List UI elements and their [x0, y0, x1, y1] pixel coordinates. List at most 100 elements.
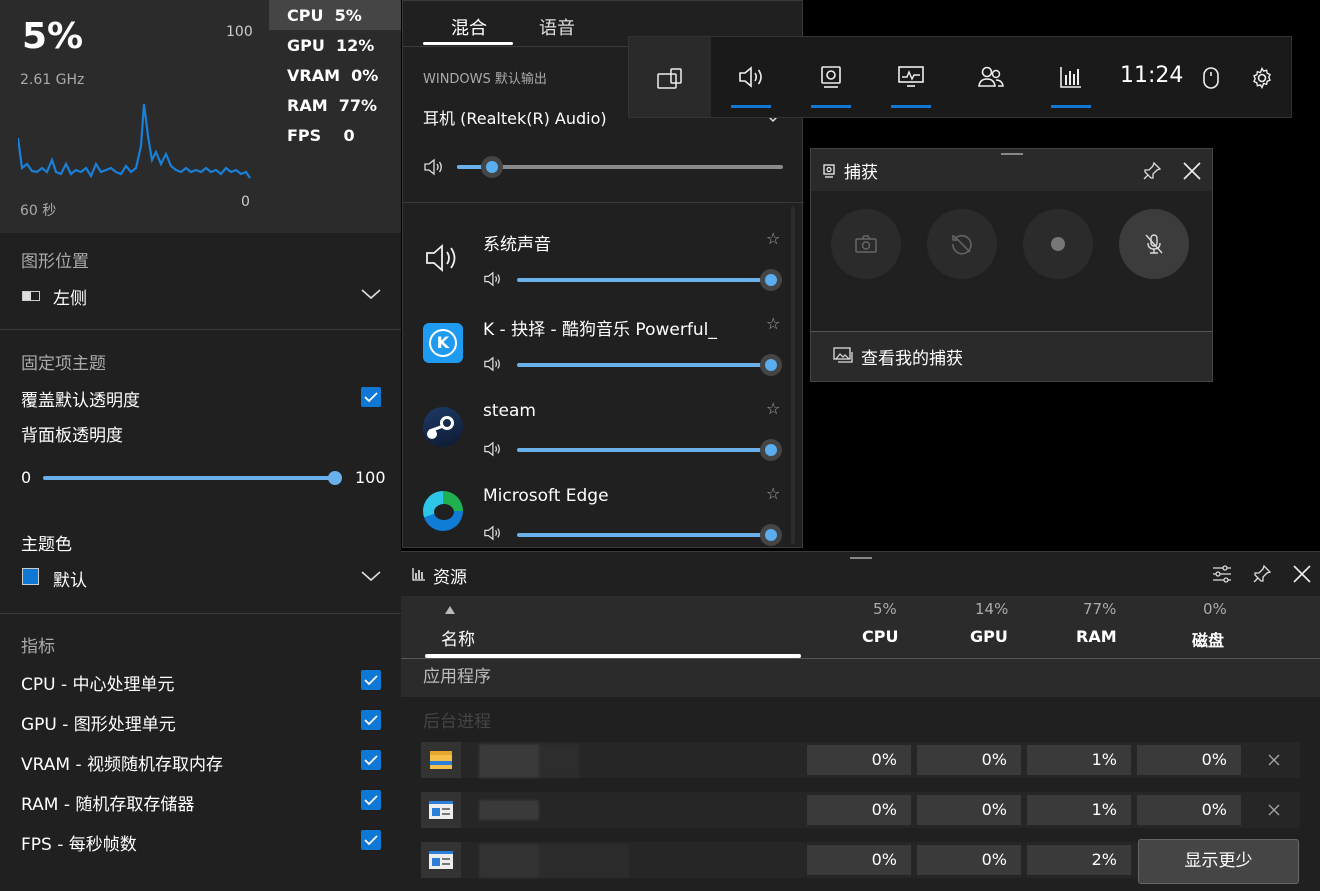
screenshot-button[interactable]	[831, 209, 901, 279]
checkmark-icon	[364, 675, 378, 686]
metric-vram-checkbox[interactable]	[361, 750, 381, 770]
app-volume-thumb[interactable]	[760, 269, 782, 291]
metric-fps-checkbox[interactable]	[361, 830, 381, 850]
table-row[interactable]: 0% 0% 1% 0%	[421, 792, 1300, 828]
opacity-slider-track	[43, 476, 335, 480]
capture-widget-button[interactable]	[791, 37, 871, 117]
app-volume-slider[interactable]	[517, 439, 783, 461]
audio-widget-button[interactable]	[711, 37, 791, 117]
app-volume-thumb[interactable]	[760, 524, 782, 546]
favorite-star-icon[interactable]: ☆	[766, 484, 780, 503]
drag-handle[interactable]	[850, 557, 872, 559]
disk-cell: 0%	[1137, 745, 1241, 775]
microsoft-edge-icon	[423, 491, 463, 531]
gallery-icon	[833, 347, 853, 363]
favorite-star-icon[interactable]: ☆	[766, 314, 780, 333]
column-header-cpu[interactable]: CPU	[862, 627, 898, 646]
redacted-process-name	[479, 800, 539, 820]
performance-widget-button[interactable]	[871, 37, 951, 117]
opacity-min: 0	[21, 468, 32, 487]
tab-mix[interactable]: 混合	[451, 14, 487, 40]
tab-voice[interactable]: 语音	[539, 14, 575, 40]
capture-widget: 捕获 查看我的捕获	[810, 148, 1213, 382]
stat-vram: VRAM 0%	[287, 66, 379, 85]
active-indicator	[1051, 105, 1091, 108]
apps-section-label: 应用程序	[423, 667, 491, 687]
metric-ram-checkbox[interactable]	[361, 790, 381, 810]
system-sounds-icon	[426, 244, 456, 272]
metric-gpu-label: GPU - 图形处理单元	[21, 715, 176, 735]
column-header-ram[interactable]: RAM	[1076, 627, 1117, 646]
mouse-icon[interactable]	[1202, 66, 1220, 90]
ram-cell: 1%	[1027, 795, 1131, 825]
resources-widget-button[interactable]	[1031, 37, 1111, 117]
metrics-title: 指标	[21, 637, 55, 657]
pin-icon[interactable]	[1142, 161, 1162, 181]
master-volume-slider[interactable]	[457, 156, 783, 178]
bar-chart-icon	[1060, 67, 1081, 88]
process-icon-box	[421, 742, 461, 778]
widget-menu-button[interactable]	[629, 37, 711, 117]
stat-cpu: CPU 5%	[287, 6, 362, 25]
pinned-theme-title: 固定项主题	[21, 354, 106, 374]
checkmark-icon	[364, 715, 378, 726]
app-volume-thumb[interactable]	[760, 439, 782, 461]
column-header-gpu[interactable]: GPU	[970, 627, 1008, 646]
column-header-name[interactable]: 名称	[441, 625, 475, 650]
cpu-cell: 0%	[807, 745, 911, 775]
stat-ram: RAM 77%	[287, 96, 378, 115]
app-name: 系统声音	[483, 235, 551, 255]
end-task-close-icon[interactable]	[1268, 804, 1280, 816]
xbox-social-button[interactable]	[951, 37, 1031, 117]
view-captures-link[interactable]: 查看我的捕获	[833, 342, 1133, 370]
record-last-button[interactable]	[927, 209, 997, 279]
record-button[interactable]	[1023, 209, 1093, 279]
speaker-icon	[424, 158, 442, 176]
redacted-process-name	[479, 844, 629, 878]
app-volume-slider[interactable]	[517, 524, 783, 546]
drag-handle[interactable]	[1001, 153, 1023, 155]
backplate-opacity-label: 背面板透明度	[21, 426, 123, 446]
metric-gpu-checkbox[interactable]	[361, 710, 381, 730]
override-opacity-checkbox[interactable]	[361, 387, 381, 407]
favorite-star-icon[interactable]: ☆	[766, 229, 780, 248]
app-volume-slider[interactable]	[517, 354, 783, 376]
chevron-down-icon	[361, 289, 381, 300]
mic-off-icon	[1145, 234, 1163, 254]
favorite-star-icon[interactable]: ☆	[766, 399, 780, 418]
app-volume-fill	[517, 363, 773, 367]
show-less-button[interactable]: 显示更少	[1138, 839, 1299, 884]
process-icon-box	[421, 792, 461, 828]
accent-dropdown[interactable]: 默认	[18, 561, 388, 593]
column-header-disk[interactable]: 磁盘	[1192, 627, 1224, 651]
sort-ascending-icon	[445, 606, 455, 614]
gear-icon[interactable]	[1251, 67, 1273, 89]
app-volume-thumb[interactable]	[760, 354, 782, 376]
opacity-slider-thumb[interactable]	[328, 471, 342, 485]
settings-sliders-icon[interactable]	[1212, 564, 1232, 584]
table-row[interactable]: 0% 0% 1% 0%	[421, 742, 1300, 778]
show-less-label: 显示更少	[1184, 851, 1253, 871]
bar-chart-icon	[412, 568, 425, 581]
opacity-slider[interactable]	[40, 467, 346, 489]
app-volume-slider[interactable]	[517, 269, 783, 291]
active-indicator	[731, 105, 771, 108]
pin-icon[interactable]	[1252, 564, 1272, 584]
widget-menu-icon	[657, 68, 682, 89]
close-icon[interactable]	[1293, 565, 1311, 583]
end-task-close-icon[interactable]	[1268, 754, 1280, 766]
metric-cpu-checkbox[interactable]	[361, 670, 381, 690]
cpu-cell: 0%	[807, 845, 911, 875]
close-icon[interactable]	[1183, 162, 1201, 180]
camera-icon	[855, 235, 877, 253]
graph-position-dropdown[interactable]: 左侧	[18, 279, 388, 311]
metric-fps-label: FPS - 每秒帧数	[21, 835, 137, 855]
disk-total: 0%	[1203, 600, 1227, 618]
accent-swatch	[22, 568, 39, 585]
tab-mix-underline	[423, 42, 513, 45]
mic-toggle-button[interactable]	[1119, 209, 1189, 279]
master-volume-track	[457, 165, 783, 169]
master-volume-thumb[interactable]	[481, 156, 503, 178]
chevron-down-icon	[361, 571, 381, 582]
scrollbar[interactable]	[791, 206, 795, 544]
